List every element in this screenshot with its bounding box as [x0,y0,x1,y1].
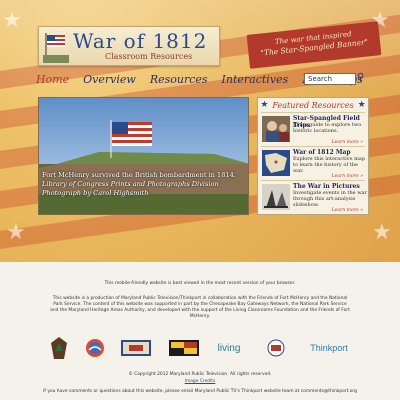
fort-icon [121,340,151,356]
caption-credit-2: Photograph by Carol Highsmith [42,189,149,197]
learn-more-link[interactable]: Learn more » [332,140,363,145]
featured-item-map[interactable]: War of 1812 Map Explore this interactive… [261,146,365,180]
nav-overview[interactable]: Overview [83,73,136,89]
featured-item-title: War of 1812 Map [293,149,351,156]
star-icon: ★ [6,220,26,245]
learn-more-link[interactable]: Learn more » [332,174,363,179]
image-credits-link[interactable]: Image Credits [50,379,350,385]
featured-item-desc: Explore this interactive map to learn th… [293,156,366,174]
nps-arrowhead-icon [51,337,67,359]
chesapeake-icon [86,339,104,357]
site-subtitle: Classroom Resources [105,52,193,61]
search-icon[interactable]: ⚲ [357,72,369,85]
caption-credit-1: Library of Congress Prints and Photograp… [42,180,219,188]
nav-interactives[interactable]: Interactives [222,73,289,89]
star-icon: ★ [2,8,22,33]
caption-title: Fort McHenry survived the British bombar… [42,171,236,179]
featured-item-desc: Join a guide to explore two historic loc… [293,122,362,134]
star-icon: ★ [357,100,366,110]
featured-item-title: The War in Pictures [293,183,360,190]
site-title: War of 1812 [73,29,208,53]
pictures-thumbnail [262,184,290,210]
featured-item-field-trips[interactable]: Star-Spangled Field Trips Join a guide t… [261,112,365,146]
production-note: This website is a production of Maryland… [50,296,350,319]
browser-note: This mobile-friendly website is best vie… [104,281,296,286]
thinkport-label: Thinkport [310,343,348,353]
featured-header: ★ Featured Resources ★ [258,98,368,112]
chesapeake-logo[interactable] [84,335,106,361]
mpt-logo[interactable] [266,335,286,361]
learn-more-link[interactable]: Learn more » [332,208,363,213]
featured-title: Featured Resources [272,100,354,110]
site-logo[interactable]: War of 1812 Classroom Resources [38,26,220,66]
maryland-icon [169,340,199,356]
featured-item-pictures[interactable]: The War in Pictures Investigate events i… [261,180,367,214]
header-area: ★ ★ ★ ★ War of 1812 Classroom Resources … [0,0,400,262]
star-icon: ★ [372,220,392,245]
fort-mchenry-logo[interactable] [120,335,152,361]
featured-resources: ★ Featured Resources ★ Star-Spangled Fie… [257,97,369,215]
nav-resources[interactable]: Resources [150,73,208,89]
map-thumbnail [262,150,290,176]
nps-logo[interactable] [50,335,68,361]
mpt-icon [267,339,285,357]
maryland-heritage-logo[interactable] [168,335,200,361]
partner-logos: living Thinkport [44,335,354,365]
hero-image[interactable]: Fort McHenry survived the British bombar… [38,97,249,215]
living-classrooms-logo[interactable]: living [214,335,244,361]
living-label: living [217,342,241,354]
flag-icon [43,33,69,63]
copyright: © Copyright 2012 Maryland Public Televis… [128,372,272,377]
nav-home[interactable]: Home [36,73,69,89]
search-input[interactable]: Search [304,73,356,85]
hero-caption: Fort McHenry survived the British bombar… [42,171,247,198]
field-trip-thumbnail [262,116,290,142]
contact-note: If you have comments or questions about … [43,389,357,394]
featured-item-desc: Investigate events in the war through th… [293,190,367,208]
star-icon: ★ [260,100,269,110]
thinkport-logo[interactable]: Thinkport [306,335,352,361]
